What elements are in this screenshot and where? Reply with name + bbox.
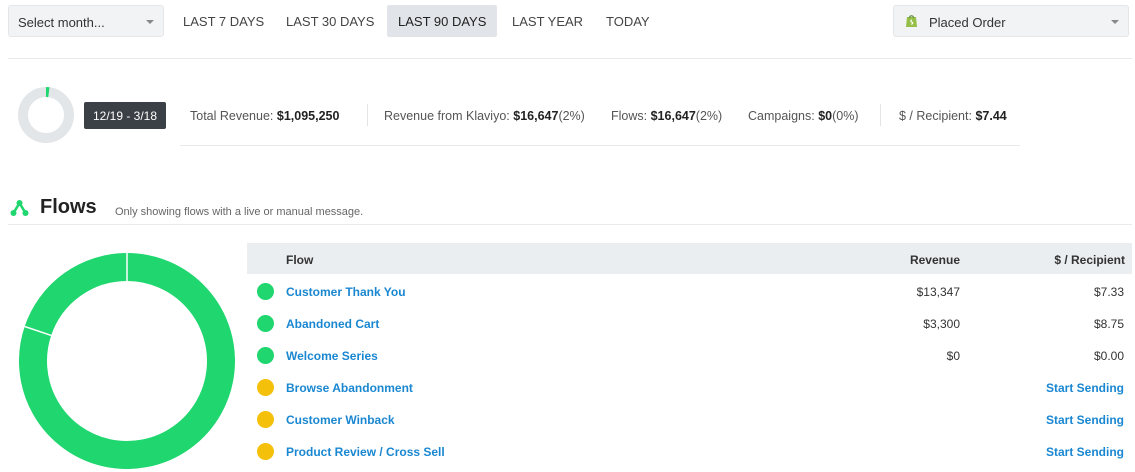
flow-revenue: $0 [946, 349, 960, 363]
metric-select-label: Placed Order [929, 15, 1006, 30]
shopify-bag-icon [906, 15, 917, 27]
table-row: Customer Thank You $13,347 $7.33 [247, 274, 1132, 306]
klaviyo-revenue-pct: (2%) [558, 109, 585, 123]
table-body: Customer Thank You $13,347 $7.33 Abandoned … [247, 274, 1132, 466]
flows-revenue-donut [19, 253, 235, 469]
header-flow: Flow [286, 253, 314, 267]
filter-divider [8, 58, 1132, 59]
tab-last-90-days[interactable]: LAST 90 DAYS [387, 5, 498, 37]
flow-name-link[interactable]: Product Review / Cross Sell [286, 445, 445, 459]
table-header: Flow Revenue $ / Recipient [247, 243, 1132, 274]
revenue-share-donut [18, 87, 74, 143]
klaviyo-revenue: Revenue from Klaviyo: $16,647(2%) [384, 109, 585, 123]
summary-separator [880, 104, 881, 126]
flows-revenue-label: Flows: [611, 109, 648, 123]
chevron-down-icon [146, 20, 154, 24]
flow-name-link[interactable]: Customer Winback [286, 413, 395, 427]
status-dot-icon [257, 347, 274, 364]
start-sending-link[interactable]: Start Sending [1046, 445, 1124, 459]
flow-per-recipient: $0.00 [1093, 349, 1124, 363]
month-select[interactable]: Select month... [8, 5, 164, 37]
tab-last-30-days[interactable]: LAST 30 DAYS [275, 5, 385, 37]
donut-slice-abandoned-cart [24, 253, 128, 336]
flow-name-link[interactable]: Abandoned Cart [286, 317, 379, 331]
table-row: Welcome Series $0 $0.00 [247, 338, 1132, 370]
metric-select[interactable]: Placed Order [893, 5, 1129, 37]
per-recipient-label: $ / Recipient: [899, 109, 972, 123]
flow-revenue: $3,300 [923, 317, 960, 331]
flows-title: Flows [40, 196, 97, 218]
per-recipient-value: $7.44 [975, 109, 1007, 123]
chevron-down-icon [1111, 20, 1119, 24]
total-revenue: Total Revenue: $1,095,250 [190, 109, 339, 123]
header-revenue: Revenue [909, 253, 960, 267]
summary-divider [180, 145, 1020, 146]
campaigns-revenue-pct: (0%) [832, 109, 859, 123]
flow-per-recipient: $7.33 [1093, 285, 1124, 299]
start-sending-link[interactable]: Start Sending [1046, 381, 1124, 395]
tab-today[interactable]: TODAY [595, 5, 661, 37]
campaigns-revenue-label: Campaigns: [748, 109, 815, 123]
klaviyo-revenue-value: $16,647 [513, 109, 559, 123]
flows-subtitle: Only showing flows with a live or manual… [115, 206, 364, 218]
flows-table: Flow Revenue $ / Recipient Customer Than… [247, 243, 1132, 466]
per-recipient: $ / Recipient: $7.44 [899, 109, 1007, 123]
flows-revenue: Flows: $16,647(2%) [611, 109, 722, 123]
month-select-label: Select month... [18, 15, 105, 30]
table-row: Product Review / Cross Sell Start Sending [247, 434, 1132, 466]
flows-icon [10, 200, 29, 216]
flow-per-recipient: $8.75 [1093, 317, 1124, 331]
flows-revenue-pct: (2%) [695, 109, 723, 123]
table-row: Browse Abandonment Start Sending [247, 370, 1132, 402]
start-sending-link[interactable]: Start Sending [1046, 413, 1124, 427]
tab-last-7-days[interactable]: LAST 7 DAYS [172, 5, 275, 37]
donut-track [18, 87, 74, 143]
flow-name-link[interactable]: Browse Abandonment [286, 381, 413, 395]
date-range-badge: 12/19 - 3/18 [84, 102, 166, 129]
flows-revenue-value: $16,647 [650, 109, 696, 123]
total-revenue-label: Total Revenue: [190, 109, 274, 123]
status-dot-icon [257, 443, 274, 460]
klaviyo-revenue-label: Revenue from Klaviyo: [384, 109, 510, 123]
summary-separator [367, 104, 368, 126]
flow-name-link[interactable]: Customer Thank You [286, 285, 406, 299]
total-revenue-value: $1,095,250 [276, 109, 340, 123]
status-dot-icon [257, 411, 274, 428]
flows-divider [8, 224, 1132, 225]
tab-last-year[interactable]: LAST YEAR [501, 5, 594, 37]
status-dot-icon [257, 379, 274, 396]
table-row: Customer Winback Start Sending [247, 402, 1132, 434]
campaigns-revenue-value: $0 [818, 109, 833, 123]
header-per-recipient: $ / Recipient [1054, 253, 1125, 267]
status-dot-icon [257, 283, 274, 300]
status-dot-icon [257, 315, 274, 332]
flow-revenue: $13,347 [916, 285, 960, 299]
table-row: Abandoned Cart $3,300 $8.75 [247, 306, 1132, 338]
flow-name-link[interactable]: Welcome Series [286, 349, 378, 363]
campaigns-revenue: Campaigns: $0(0%) [748, 109, 859, 123]
